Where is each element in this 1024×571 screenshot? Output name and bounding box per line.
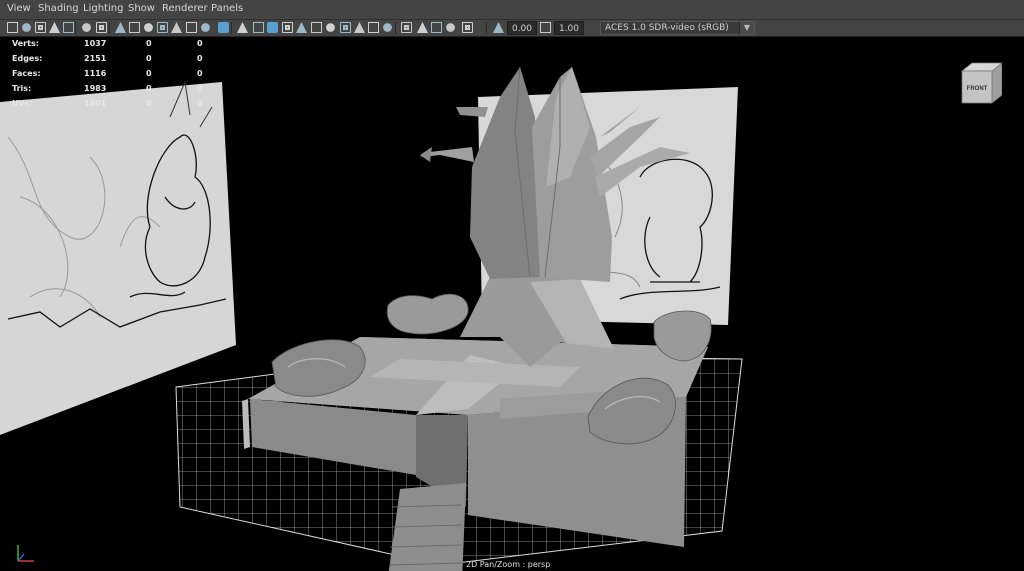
hud-label: Faces: <box>12 69 41 78</box>
camera-attributes-icon[interactable] <box>22 23 31 32</box>
gate-mask-icon[interactable] <box>144 23 153 32</box>
safe-action-icon[interactable] <box>171 22 182 33</box>
hud-value: 1983 <box>84 84 107 93</box>
color-management-icon[interactable] <box>540 22 551 33</box>
anti-aliasing-icon[interactable] <box>368 22 379 33</box>
hud-value: 0 <box>146 39 152 48</box>
hud-label: Verts: <box>12 39 39 48</box>
field-chart-icon[interactable] <box>157 22 168 33</box>
color-space-dropdown[interactable]: ACES 1.0 SDR-video (sRGB) ▼ <box>600 21 755 35</box>
grease-pencil-icon[interactable] <box>82 23 91 32</box>
toolbar-separator <box>231 22 232 34</box>
depth-of-field-icon[interactable] <box>383 23 392 32</box>
xray-joints-icon[interactable] <box>282 22 293 33</box>
dropdown-arrow-icon[interactable]: ▼ <box>739 22 754 34</box>
hud-label: UVs: <box>12 99 33 108</box>
textured-icon[interactable] <box>417 22 428 33</box>
hud-value: 1601 <box>84 99 107 108</box>
hud-row: UVs: 1601 0 0 <box>0 97 215 112</box>
panel-toolbar: 0.00 1.00 ACES 1.0 SDR-video (sRGB) ▼ <box>0 20 1024 37</box>
2d-pan-zoom-icon[interactable] <box>63 22 74 33</box>
shadows-icon[interactable] <box>326 23 335 32</box>
isolate-select-icon[interactable] <box>401 22 412 33</box>
hud-label: Edges: <box>12 54 43 63</box>
axis-gizmo-icon <box>17 545 34 562</box>
motion-blur-icon[interactable] <box>354 22 365 33</box>
viewport-menu-bar: View Shading Lighting Show Renderer Pane… <box>0 0 1024 20</box>
exposure-icon[interactable] <box>462 22 473 33</box>
hud-value: 1116 <box>84 69 107 78</box>
menu-shading[interactable]: Shading <box>38 3 79 14</box>
film-gate-icon[interactable] <box>115 22 126 33</box>
toolbar-separator <box>109 22 110 34</box>
scene-render[interactable] <box>0 37 1024 571</box>
use-default-material-icon[interactable] <box>237 22 248 33</box>
resolution-gate-icon[interactable] <box>129 22 140 33</box>
bookmarks-icon[interactable] <box>35 22 46 33</box>
hud-icon[interactable] <box>431 22 442 33</box>
xray-components-icon[interactable] <box>296 22 307 33</box>
ambient-occlusion-icon[interactable] <box>340 22 351 33</box>
view-cube[interactable]: FRONT <box>958 61 1002 105</box>
toolbar-separator <box>486 22 487 34</box>
xray-active-icon[interactable] <box>446 23 455 32</box>
menu-show[interactable]: Show <box>128 3 155 14</box>
wireframe-icon[interactable] <box>201 23 210 32</box>
hud-row: Faces: 1116 0 0 <box>0 67 215 82</box>
sketch-image-plane-left <box>0 80 236 435</box>
smooth-shade-icon[interactable] <box>218 22 229 33</box>
hud-row: Tris: 1983 0 0 <box>0 82 215 97</box>
gamma-icon[interactable] <box>493 22 504 33</box>
hud-value: 1037 <box>84 39 107 48</box>
wireframe-on-shaded-icon[interactable] <box>253 22 264 33</box>
hud-value: 2151 <box>84 54 107 63</box>
hud-value: 0 <box>146 99 152 108</box>
menu-lighting[interactable]: Lighting <box>83 3 123 14</box>
image-plane-icon[interactable] <box>49 22 60 33</box>
menu-panels[interactable]: Panels <box>211 3 243 14</box>
xray-icon[interactable] <box>267 22 278 33</box>
gamma-field[interactable]: 1.00 <box>554 21 584 35</box>
camera-select-icon[interactable] <box>7 22 18 33</box>
3d-viewport[interactable]: Verts: 1037 0 0 Edges: 2151 0 0 Faces: 1116 0 0 Tris… <box>0 37 1024 571</box>
hud-value: 0 <box>197 84 203 93</box>
hud-row: Verts: 1037 0 0 <box>0 37 215 52</box>
hud-label: Tris: <box>12 84 32 93</box>
hud-value: 0 <box>146 84 152 93</box>
toolbar-separator <box>75 22 76 34</box>
hud-value: 0 <box>197 54 203 63</box>
menu-view[interactable]: View <box>7 3 31 14</box>
hud-value: 0 <box>146 54 152 63</box>
color-space-label: ACES 1.0 SDR-video (sRGB) <box>605 23 729 33</box>
camera-label: 2D Pan/Zoom : persp <box>466 560 551 569</box>
grid-icon[interactable] <box>96 22 107 33</box>
safe-title-icon[interactable] <box>186 22 197 33</box>
toolbar-separator <box>395 22 396 34</box>
menu-renderer[interactable]: Renderer <box>162 3 208 14</box>
hud-value: 0 <box>197 69 203 78</box>
view-cube-face-label: FRONT <box>967 86 988 92</box>
hud-value: 0 <box>197 99 203 108</box>
use-all-lights-icon[interactable] <box>311 22 322 33</box>
hud-value: 0 <box>146 69 152 78</box>
hud-row: Edges: 2151 0 0 <box>0 52 215 67</box>
exposure-field[interactable]: 0.00 <box>507 21 537 35</box>
hud-value: 0 <box>197 39 203 48</box>
